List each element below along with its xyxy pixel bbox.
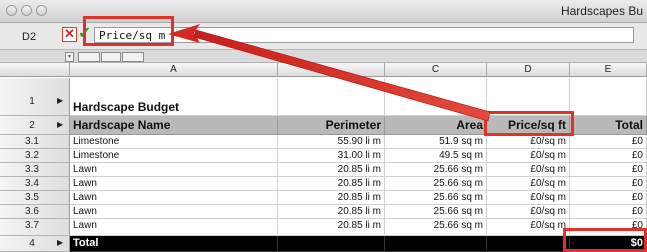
annotation-arrow — [168, 24, 491, 122]
arrow-shaft — [193, 29, 491, 122]
